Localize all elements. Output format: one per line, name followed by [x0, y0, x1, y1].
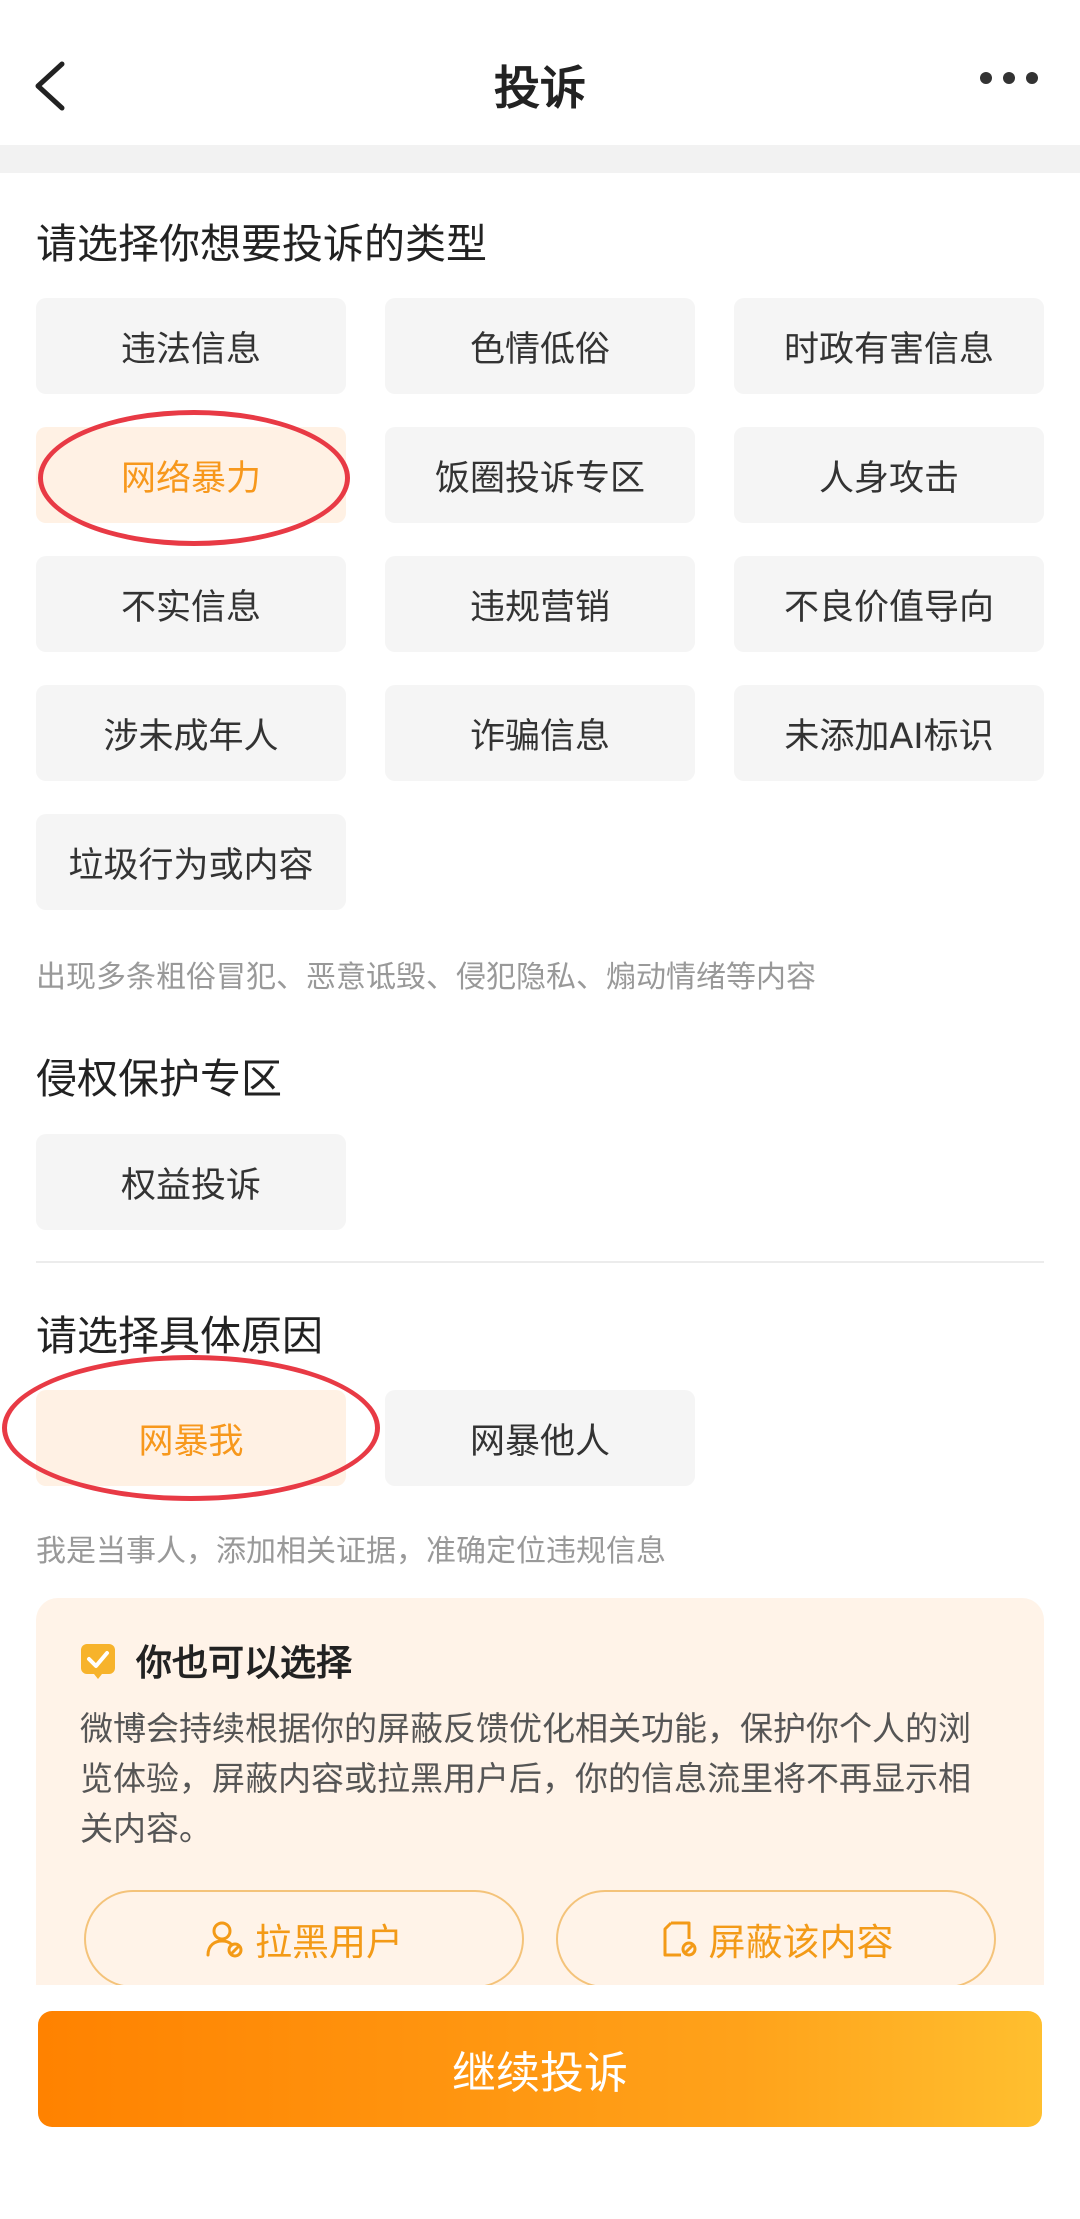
top-bar: 投诉: [0, 0, 1080, 145]
type-option-political[interactable]: 时政有害信息: [734, 298, 1044, 394]
reason-hint: 我是当事人，添加相关证据，准确定位违规信息: [36, 1534, 666, 1569]
type-option-minors[interactable]: 涉未成年人: [36, 685, 346, 781]
rights-complaint-option[interactable]: 权益投诉: [36, 1134, 346, 1230]
section-divider: [36, 1261, 1044, 1263]
user-block-icon: [206, 1921, 243, 1958]
document-block-icon: [663, 1921, 696, 1957]
type-option-pornography[interactable]: 色情低俗: [385, 298, 695, 394]
type-option-fraud[interactable]: 诈骗信息: [385, 685, 695, 781]
type-option-cyberbullying[interactable]: 网络暴力: [36, 427, 346, 523]
type-option-values[interactable]: 不良价值导向: [734, 556, 1044, 652]
block-user-label: 拉黑用户: [255, 1921, 403, 1964]
checkbox-icon: [81, 1644, 115, 1679]
reason-section-title: 请选择具体原因: [36, 1312, 323, 1360]
continue-complaint-button[interactable]: 继续投诉: [38, 2011, 1042, 2127]
complaint-type-title: 请选择你想要投诉的类型: [36, 220, 487, 268]
reason-option-bully-me[interactable]: 网暴我: [36, 1390, 346, 1486]
hide-content-label: 屏蔽该内容: [708, 1921, 894, 1964]
type-option-fandom[interactable]: 饭圈投诉专区: [385, 427, 695, 523]
alternative-card-description: 微博会持续根据你的屏蔽反馈优化相关功能，保护你个人的浏览体验，屏蔽内容或拉黑用户…: [80, 1709, 971, 1848]
alternative-options-card: 你也可以选择 微博会持续根据你的屏蔽反馈优化相关功能，保护你个人的浏览体验，屏蔽…: [36, 1598, 1044, 2018]
type-option-spam[interactable]: 垃圾行为或内容: [36, 814, 346, 910]
type-option-false-info[interactable]: 不实信息: [36, 556, 346, 652]
type-option-illegal[interactable]: 违法信息: [36, 298, 346, 394]
reason-option-bully-others[interactable]: 网暴他人: [385, 1390, 695, 1486]
header-divider: [0, 145, 1080, 173]
type-option-marketing[interactable]: 违规营销: [385, 556, 695, 652]
block-user-button[interactable]: 拉黑用户: [84, 1890, 524, 1988]
more-icon[interactable]: [978, 70, 1040, 86]
type-option-personal-attack[interactable]: 人身攻击: [734, 427, 1044, 523]
type-option-ai-label[interactable]: 未添加AI标识: [734, 685, 1044, 781]
page-title: 投诉: [494, 61, 586, 115]
complaint-type-hint: 出现多条粗俗冒犯、恶意诋毁、侵犯隐私、煽动情绪等内容: [36, 960, 816, 995]
alternative-card-title: 你也可以选择: [136, 1643, 353, 1684]
rights-section-title: 侵权保护专区: [36, 1055, 282, 1103]
hide-content-button[interactable]: 屏蔽该内容: [556, 1890, 996, 1988]
